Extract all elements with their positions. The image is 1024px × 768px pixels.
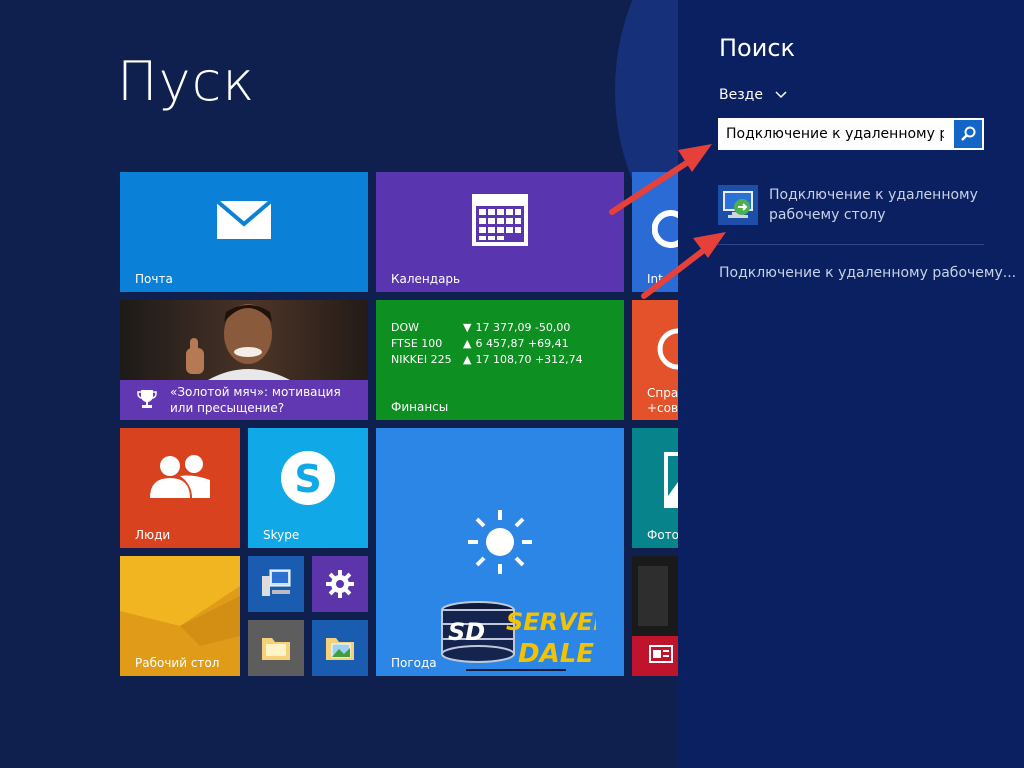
tile-file-explorer[interactable]	[248, 620, 304, 676]
tile-internet-explorer[interactable]: Int	[632, 172, 678, 292]
remote-desktop-icon	[718, 185, 758, 225]
search-result-label: Подключение к удаленному рабочему столу	[769, 187, 978, 223]
photos-icon	[664, 452, 678, 508]
pictures-folder-icon	[326, 638, 354, 660]
tile-label: Календарь	[391, 272, 461, 286]
search-scope-dropdown[interactable]: Везде	[719, 87, 787, 103]
tile-label: Погода	[391, 656, 437, 670]
news-photo	[120, 300, 368, 380]
finance-row: NIKKEI 225 ▲ 17 108,70 +312,74	[391, 352, 583, 368]
tile-label: Финансы	[391, 400, 449, 414]
search-charm-panel: Поиск Везде Подключение к удаленному раб…	[678, 0, 1024, 768]
server-dale-logo: SD SERVER DALE	[441, 601, 596, 671]
sun-icon	[468, 510, 532, 574]
video-tile-image	[632, 556, 678, 676]
svg-text:DALE: DALE	[518, 639, 594, 669]
triangle-up-icon: ▲	[463, 337, 472, 350]
search-scope-label: Везде	[719, 87, 763, 103]
trophy-icon	[137, 390, 157, 408]
chevron-down-icon	[775, 91, 787, 99]
tile-label: Почта	[135, 272, 173, 286]
search-panel-title: Поиск	[719, 34, 796, 62]
tile-desktop[interactable]: Рабочий стол	[120, 556, 240, 676]
internet-explorer-icon	[652, 210, 678, 248]
calendar-icon	[472, 194, 528, 246]
tile-help-tips[interactable]: Справ +сове	[632, 300, 678, 420]
search-icon	[961, 126, 976, 141]
tile-mail[interactable]: Почта	[120, 172, 368, 292]
tile-label: Люди	[135, 528, 171, 542]
news-band: «Золотой мяч»: мотивация или пресыщение?	[120, 380, 368, 420]
results-divider	[718, 244, 984, 245]
svg-text:SERVER: SERVER	[506, 608, 596, 636]
finance-index-value: 17 377,09 -50,00	[475, 321, 571, 334]
search-result-remote-desktop[interactable]: Подключение к удаленному рабочему столу	[718, 183, 988, 227]
news-headline: «Золотой мяч»: мотивация или пресыщение?	[170, 385, 341, 415]
tile-pc-settings[interactable]	[312, 556, 368, 612]
finance-table: DOW ▼ 17 377,09 -50,00 FTSE 100 ▲ 6 457,87 +6…	[391, 320, 583, 368]
tile-label: Справ +сове	[647, 386, 678, 416]
tile-label: Рабочий стол	[135, 656, 220, 670]
tile-people[interactable]: Люди	[120, 428, 240, 548]
finance-index-name: DOW	[391, 321, 420, 334]
triangle-down-icon: ▼	[463, 321, 472, 334]
finance-index-value: 17 108,70 +312,74	[475, 353, 583, 366]
svg-text:S: S	[294, 457, 321, 501]
tile-pictures[interactable]	[312, 620, 368, 676]
folder-icon	[262, 638, 290, 660]
search-suggestion[interactable]: Подключение к удаленному рабочему...	[719, 265, 1016, 281]
finance-index-name: FTSE 100	[391, 337, 443, 350]
mail-icon	[216, 200, 272, 239]
tile-skype[interactable]: S Skype	[248, 428, 368, 548]
tile-calendar[interactable]: Календарь	[376, 172, 624, 292]
finance-index-name: NIKKEI 225	[391, 353, 452, 366]
tile-video[interactable]	[632, 556, 678, 676]
start-screen-title: Пуск	[117, 50, 256, 113]
tile-news[interactable]: «Золотой мяч»: мотивация или пресыщение?	[120, 300, 368, 420]
search-button[interactable]	[954, 120, 982, 148]
tile-computer[interactable]	[248, 556, 304, 612]
tile-finance[interactable]: DOW ▼ 17 377,09 -50,00 FTSE 100 ▲ 6 457,87 +6…	[376, 300, 624, 420]
search-box	[718, 118, 984, 150]
triangle-up-icon: ▲	[463, 353, 472, 366]
people-icon	[150, 455, 210, 498]
tile-label: Skype	[263, 528, 300, 542]
computer-icon	[262, 569, 291, 596]
skype-icon: S	[281, 451, 335, 505]
help-label-line2: +сове	[647, 401, 678, 415]
tile-label: Int	[647, 272, 663, 286]
finance-index-value: 6 457,87 +69,41	[475, 337, 569, 350]
help-circle-icon	[657, 328, 678, 370]
finance-row: DOW ▼ 17 377,09 -50,00	[391, 320, 583, 336]
finance-row: FTSE 100 ▲ 6 457,87 +69,41	[391, 336, 583, 352]
help-label-line1: Справ	[647, 386, 678, 400]
tile-label: Фото	[647, 528, 678, 542]
tile-photos[interactable]: Фото	[632, 428, 678, 548]
svg-text:SD: SD	[448, 618, 485, 646]
gear-icon	[326, 570, 354, 598]
search-input[interactable]	[718, 118, 952, 150]
